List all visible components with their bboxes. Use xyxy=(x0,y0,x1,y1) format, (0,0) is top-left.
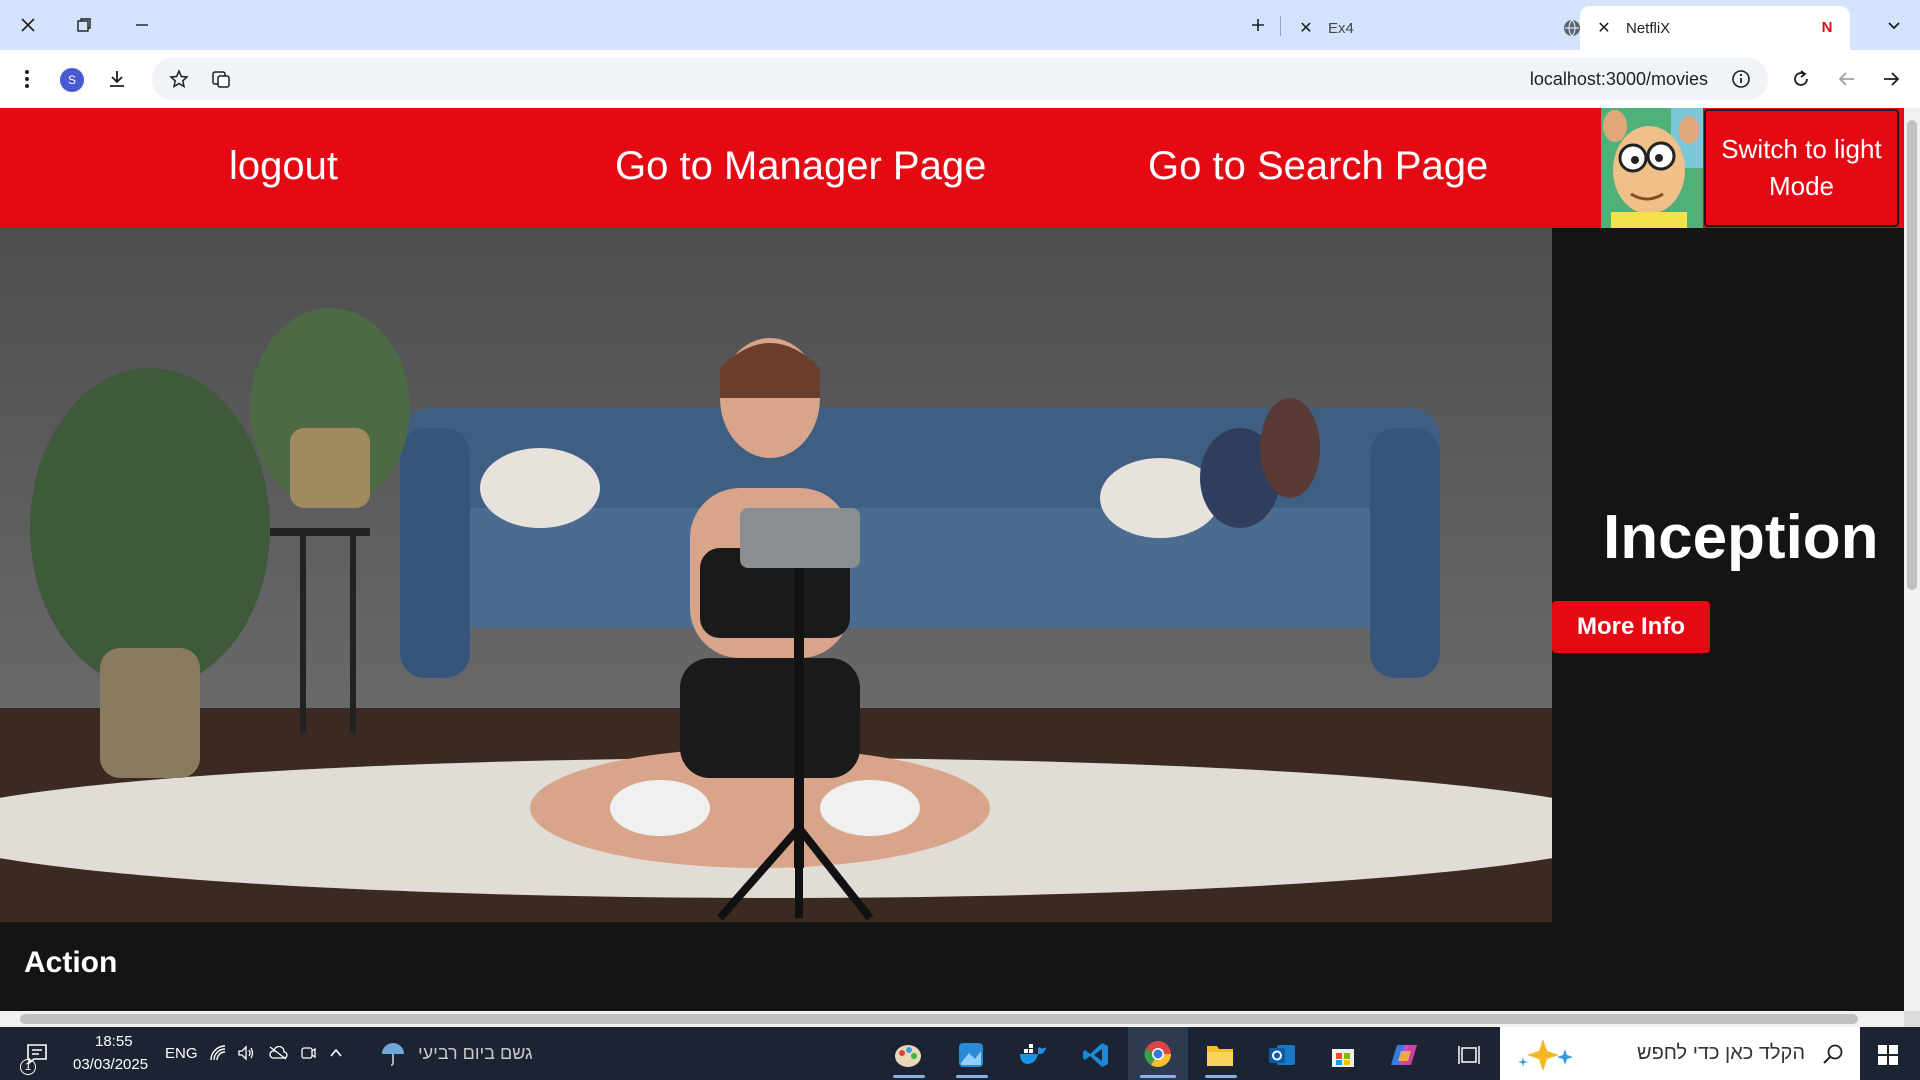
bookmark-star-icon[interactable] xyxy=(164,64,194,94)
clock-time[interactable]: 18:55 xyxy=(95,1033,133,1050)
scroll-thumb[interactable] xyxy=(1907,120,1917,590)
address-bar[interactable]: localhost:3000/movies xyxy=(152,58,1768,100)
meet-now-icon[interactable] xyxy=(298,1043,318,1063)
chevron-up-icon[interactable] xyxy=(326,1043,346,1063)
volume-icon[interactable] xyxy=(236,1043,256,1063)
tab-ex4[interactable]: ✕ Ex4 xyxy=(1282,6,1582,50)
scroll-thumb[interactable] xyxy=(20,1014,1858,1024)
weather-text[interactable]: גשם ביום רביעי xyxy=(418,1043,533,1064)
vertical-scrollbar[interactable] xyxy=(1904,108,1920,1011)
search-icon xyxy=(1820,1041,1846,1067)
logout-link[interactable]: logout xyxy=(229,144,338,189)
windows-taskbar: 1 18:55 03/03/2025 ENG גשם ביום רביעי הק… xyxy=(0,1027,1920,1080)
url-text: localhost:3000/movies xyxy=(1529,69,1708,89)
user-avatar[interactable] xyxy=(1601,108,1703,228)
new-tab-icon[interactable] xyxy=(1240,10,1276,40)
clock-date[interactable]: 03/03/2025 xyxy=(73,1056,148,1073)
app-running-indicator xyxy=(956,1075,988,1078)
umbrella-rain-icon[interactable] xyxy=(378,1039,408,1069)
tab-title: NetfliX xyxy=(1626,19,1671,37)
tab-separator xyxy=(1280,16,1281,36)
vscode-app-icon[interactable] xyxy=(1078,1037,1114,1073)
app-running-indicator xyxy=(1205,1075,1237,1078)
close-tab-icon[interactable]: ✕ xyxy=(1296,18,1316,38)
task-view-icon[interactable] xyxy=(1455,1041,1483,1069)
hero-side-panel xyxy=(1552,228,1904,922)
close-tab-icon[interactable]: ✕ xyxy=(1594,18,1614,38)
back-arrow-icon[interactable] xyxy=(1832,64,1862,94)
netflix-logo-icon: N xyxy=(1821,18,1833,36)
search-page-link[interactable]: Go to Search Page xyxy=(1148,144,1488,189)
outlook-app-icon[interactable] xyxy=(1264,1037,1300,1073)
docker-app-icon[interactable] xyxy=(1015,1037,1051,1073)
file-explorer-icon[interactable] xyxy=(1202,1037,1238,1073)
windows-start-icon[interactable] xyxy=(1874,1041,1902,1069)
minimize-window-icon[interactable] xyxy=(124,10,160,40)
language-indicator[interactable]: ENG xyxy=(165,1045,198,1062)
browser-tab-bar: ✕ Ex4 ✕ NetfliX N xyxy=(0,0,1920,50)
manager-page-link[interactable]: Go to Manager Page xyxy=(615,144,986,189)
app-running-indicator xyxy=(893,1075,925,1078)
section-title: Action xyxy=(24,946,118,979)
profile-avatar[interactable]: S xyxy=(60,68,84,92)
more-info-button[interactable]: More Info xyxy=(1552,601,1710,653)
copilot-app-icon[interactable] xyxy=(1386,1037,1422,1073)
forward-arrow-icon[interactable] xyxy=(1876,64,1906,94)
restore-window-icon[interactable] xyxy=(66,10,102,40)
network-icon[interactable] xyxy=(208,1043,228,1063)
theme-toggle-button[interactable]: Switch to light Mode xyxy=(1704,109,1899,227)
reload-icon[interactable] xyxy=(1786,64,1816,94)
site-navbar: logout Go to Manager Page Go to Search P… xyxy=(0,108,1904,228)
browser-toolbar: S localhost:3000/movies xyxy=(0,50,1920,108)
tab-search-chevron-icon[interactable] xyxy=(1876,10,1912,40)
close-window-icon[interactable] xyxy=(10,10,46,40)
menu-dots-icon[interactable] xyxy=(12,64,42,94)
app-running-indicator xyxy=(1140,1075,1176,1078)
scrollbar-corner xyxy=(1904,1011,1920,1027)
microsoft-store-icon[interactable] xyxy=(1325,1037,1361,1073)
taskbar-search-box[interactable]: הקלד כאן כדי לחפש xyxy=(1500,1027,1860,1080)
translate-icon[interactable] xyxy=(206,64,236,94)
page-viewport: logout Go to Manager Page Go to Search P… xyxy=(0,108,1904,1011)
hero-image xyxy=(0,228,1552,922)
horizontal-scrollbar[interactable] xyxy=(0,1011,1904,1027)
tab-title: Ex4 xyxy=(1328,19,1354,37)
search-placeholder: הקלד כאן כדי לחפש xyxy=(1636,1042,1805,1064)
site-info-icon[interactable] xyxy=(1726,64,1756,94)
chrome-app-icon[interactable] xyxy=(1128,1027,1188,1080)
notification-badge: 1 xyxy=(20,1059,36,1075)
onedrive-icon[interactable] xyxy=(268,1043,288,1063)
tab-netflix[interactable]: ✕ NetfliX N xyxy=(1580,6,1850,50)
download-icon[interactable] xyxy=(102,64,132,94)
paint-app-icon[interactable] xyxy=(890,1037,926,1073)
hero-title: Inception xyxy=(1603,503,1879,572)
photos-app-icon[interactable] xyxy=(953,1037,989,1073)
search-highlight-sparkle-icon xyxy=(1508,1033,1588,1073)
globe-icon xyxy=(1562,18,1582,38)
